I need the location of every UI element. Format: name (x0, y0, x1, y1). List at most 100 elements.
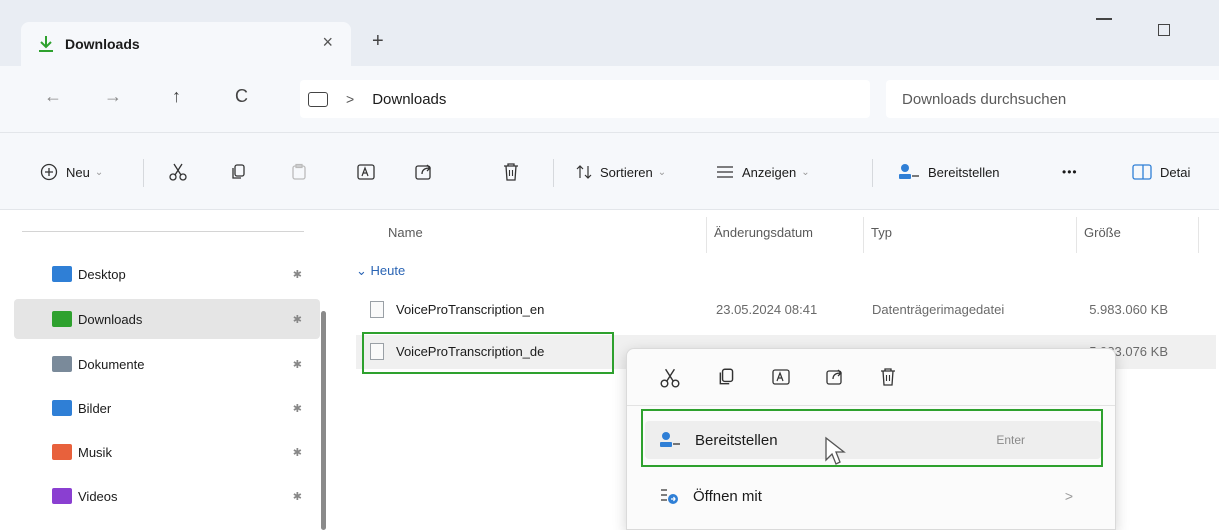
musik-folder-icon (52, 444, 72, 460)
refresh-icon[interactable]: C (235, 86, 248, 107)
back-icon[interactable]: ← (44, 86, 62, 107)
menu-highlight-box (641, 409, 1103, 467)
column-divider[interactable] (863, 217, 864, 253)
up-icon[interactable]: ↑ (172, 86, 181, 107)
paste-button[interactable] (290, 133, 308, 211)
scissors-icon[interactable] (659, 367, 681, 389)
column-date[interactable]: Änderungsdatum (714, 225, 813, 240)
details-pane-icon (1132, 164, 1152, 180)
chevron-down-icon: ⌄ (657, 166, 667, 178)
sidebar-divider (22, 231, 304, 232)
view-label: Anzeigen (742, 164, 797, 180)
downloads-folder-icon (52, 311, 72, 327)
menu-item-label: Öffnen mit (693, 487, 762, 505)
share-button[interactable] (414, 133, 434, 211)
navigation-bar: ← → ↑ C > Downloads Downloads durchsuche… (0, 66, 1219, 132)
rename-button[interactable] (356, 133, 376, 211)
pin-icon[interactable]: ✱ (293, 358, 302, 371)
share-icon (415, 164, 431, 180)
new-label: Neu (66, 164, 90, 180)
maximize-icon[interactable] (1158, 24, 1170, 36)
column-divider[interactable] (1198, 217, 1199, 253)
mount-drive-icon (899, 164, 919, 179)
sidebar-item-videos[interactable]: Videos ✱ (14, 476, 320, 516)
column-size[interactable]: Größe (1084, 225, 1121, 240)
pin-icon[interactable]: ✱ (293, 490, 302, 503)
search-input[interactable]: Downloads durchsuchen (902, 91, 1066, 108)
group-label: Heute (370, 263, 406, 278)
trash-icon[interactable] (879, 367, 897, 387)
computer-icon (308, 91, 328, 107)
sidebar-item-downloads[interactable]: Downloads ✱ (14, 299, 320, 339)
rename-icon[interactable] (771, 367, 791, 387)
group-today[interactable]: ⌄ Heute (356, 263, 405, 279)
mount-label: Bereitstellen (928, 164, 1000, 180)
sidebar-item-label: Videos (78, 488, 118, 504)
sidebar-item-bilder[interactable]: Bilder ✱ (14, 388, 320, 428)
sidebar-item-label: Musik (78, 444, 112, 460)
column-divider[interactable] (1076, 217, 1077, 253)
delete-button[interactable] (502, 133, 520, 211)
sidebar-item-label: Bilder (78, 400, 112, 416)
menu-item-open-with[interactable]: Öffnen mit > (645, 477, 1101, 515)
minimize-icon[interactable] (1096, 18, 1112, 20)
mount-button[interactable]: Bereitstellen (898, 133, 1000, 211)
sidebar-scrollbar[interactable] (321, 311, 326, 530)
new-button[interactable]: Neu ⌄ (40, 133, 103, 211)
tab-downloads[interactable]: Downloads × (21, 22, 351, 66)
pin-icon[interactable]: ✱ (293, 402, 302, 415)
file-highlight-box (362, 332, 614, 374)
videos-folder-icon (52, 488, 72, 504)
sidebar-item-label: Desktop (78, 266, 126, 282)
sidebar-item-desktop[interactable]: Desktop ✱ (14, 254, 320, 294)
address-bar[interactable]: > Downloads (300, 80, 870, 118)
breadcrumb[interactable]: Downloads (372, 91, 446, 108)
file-row[interactable]: VoiceProTranscription_en 23.05.2024 08:4… (356, 293, 1216, 327)
copy-icon (232, 164, 245, 179)
toolbar-divider (553, 159, 554, 187)
file-size: 5.983.060 KB (1089, 302, 1168, 317)
paste-icon (292, 163, 306, 180)
trash-icon (504, 163, 518, 181)
pin-icon[interactable]: ✱ (293, 313, 302, 326)
breadcrumb-separator: > (346, 91, 355, 107)
sort-label: Sortieren (600, 164, 653, 180)
pin-icon[interactable]: ✱ (293, 268, 302, 281)
share-icon[interactable] (825, 367, 845, 387)
forward-icon[interactable]: → (104, 86, 122, 107)
details-button[interactable]: Detai (1132, 133, 1190, 211)
pin-icon[interactable]: ✱ (293, 446, 302, 459)
sort-button[interactable]: Sortieren ⌄ (576, 133, 666, 211)
command-bar: Neu ⌄ Sortieren ⌄ Anzeigen ⌄ Bereitstell… (0, 132, 1219, 210)
sidebar-item-label: Downloads (78, 311, 143, 327)
tab-title: Downloads (65, 36, 140, 52)
desktop-folder-icon (52, 266, 72, 282)
new-tab-button[interactable]: + (372, 30, 384, 53)
more-icon: ••• (1062, 165, 1078, 179)
column-type[interactable]: Typ (871, 225, 892, 240)
disk-image-file-icon (370, 301, 384, 318)
view-button[interactable]: Anzeigen ⌄ (716, 133, 810, 211)
copy-button[interactable] (230, 133, 248, 211)
sort-icon (576, 165, 592, 179)
column-name[interactable]: Name (388, 225, 423, 240)
sidebar-item-label: Dokumente (78, 356, 145, 372)
file-type: Datenträgerimagedatei (872, 302, 1005, 317)
chevron-down-icon: ⌄ (94, 166, 104, 178)
cut-button[interactable] (168, 133, 188, 211)
rename-icon (357, 164, 375, 180)
close-tab-icon[interactable]: × (322, 32, 333, 53)
more-options-button[interactable]: ••• (1062, 133, 1078, 211)
chevron-right-icon: > (1064, 488, 1073, 504)
copy-icon[interactable] (717, 367, 737, 387)
search-box[interactable]: Downloads durchsuchen (886, 80, 1219, 118)
dokumente-folder-icon (52, 356, 72, 372)
mouse-cursor-icon (825, 436, 846, 465)
sidebar-item-dokumente[interactable]: Dokumente ✱ (14, 344, 320, 384)
column-divider[interactable] (706, 217, 707, 253)
toolbar-divider (143, 159, 144, 187)
sidebar-item-musik[interactable]: Musik ✱ (14, 432, 320, 472)
chevron-down-icon: ⌄ (801, 166, 810, 178)
view-list-icon (717, 166, 733, 178)
plus-circle-icon (40, 163, 58, 181)
